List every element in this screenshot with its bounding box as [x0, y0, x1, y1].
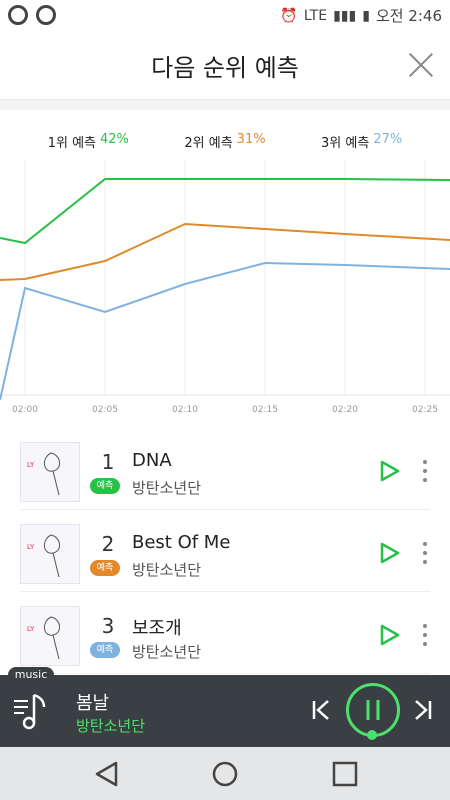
- album-art: LY: [20, 442, 80, 502]
- album-art: LY: [20, 524, 80, 584]
- more-vertical-icon[interactable]: [420, 624, 430, 648]
- home-icon[interactable]: [210, 759, 240, 789]
- signal-icon: ▮▮▮: [333, 7, 357, 24]
- svg-text:LY: LY: [27, 461, 35, 469]
- recent-apps-icon[interactable]: [330, 759, 360, 789]
- prediction-chart: 02:00 02:05 02:10 02:15 02:20 02:25: [0, 160, 450, 415]
- legend-item: 2위 예측 31%: [184, 132, 265, 151]
- status-bar: ⏰ LTE ▮▮▮ ▮ 오전 2:46: [0, 0, 450, 30]
- x-tick-label: 02:15: [252, 405, 278, 415]
- predict-badge: 예측: [90, 478, 120, 494]
- skip-previous-icon[interactable]: [306, 695, 336, 725]
- artist-name: 방탄소년단: [132, 561, 202, 579]
- now-playing-title: 봄날: [76, 693, 110, 714]
- close-icon[interactable]: [408, 52, 434, 78]
- svg-text:LY: LY: [27, 625, 35, 633]
- legend-item: 3위 예측 27%: [321, 132, 402, 151]
- legend-pct: 27%: [373, 132, 403, 147]
- legend-pct: 42%: [100, 132, 129, 147]
- playlist-music-icon[interactable]: [0, 675, 64, 747]
- page-title: 다음 순위 예측: [151, 54, 299, 82]
- status-right: ⏰ LTE ▮▮▮ ▮ 오전 2:46: [280, 5, 442, 26]
- more-vertical-icon[interactable]: [420, 542, 430, 566]
- x-tick-label: 02:10: [172, 405, 198, 415]
- legend-pct: 31%: [236, 132, 266, 147]
- x-tick-label: 02:00: [12, 405, 38, 415]
- legend-item: 1위 예측 42%: [48, 132, 129, 151]
- list-item[interactable]: LY 1 DNA 예측 방탄소년단: [20, 430, 430, 510]
- notification-icon: [8, 5, 28, 25]
- music-tag: music: [8, 667, 54, 683]
- divider: [0, 100, 450, 110]
- clock: 오전 2:46: [375, 7, 442, 25]
- lte-label: LTE: [303, 7, 328, 24]
- x-tick-label: 02:25: [412, 405, 438, 415]
- album-art: LY: [20, 606, 80, 666]
- rank-number: 3: [101, 614, 115, 638]
- legend-label: 3위 예측: [321, 136, 370, 151]
- pause-button[interactable]: [346, 683, 400, 737]
- svg-text:LY: LY: [27, 543, 35, 551]
- progress-knob[interactable]: [367, 730, 377, 740]
- list-item[interactable]: LY 3 보조개 예측 방탄소년단: [20, 594, 430, 674]
- series-line: [0, 178, 450, 245]
- navigation-bar: [0, 747, 450, 800]
- play-icon[interactable]: [380, 542, 400, 564]
- pause-icon: [366, 700, 380, 720]
- song-title: Best Of Me: [132, 532, 231, 553]
- battery-icon: ▮: [362, 7, 370, 24]
- x-tick-label: 02:05: [92, 405, 118, 415]
- artist-name: 방탄소년단: [132, 643, 202, 661]
- header: 다음 순위 예측: [0, 30, 450, 100]
- now-playing-artist: 방탄소년단: [76, 717, 146, 735]
- rank-number: 1: [101, 450, 115, 474]
- alarm-icon: ⏰: [280, 7, 298, 24]
- artist-name: 방탄소년단: [132, 479, 202, 497]
- series-line: [0, 261, 450, 401]
- more-vertical-icon[interactable]: [420, 460, 430, 484]
- series-line: [0, 222, 450, 281]
- song-title: 보조개: [132, 618, 182, 639]
- rank-number: 2: [101, 532, 115, 556]
- predict-badge: 예측: [90, 642, 120, 658]
- legend-label: 2위 예측: [184, 136, 233, 151]
- play-icon[interactable]: [380, 624, 400, 646]
- play-icon[interactable]: [380, 460, 400, 482]
- x-tick-label: 02:20: [332, 405, 358, 415]
- predict-badge: 예측: [90, 560, 120, 576]
- legend-label: 1위 예측: [47, 136, 97, 151]
- list-item[interactable]: LY 2 Best Of Me 예측 방탄소년단: [20, 512, 430, 592]
- song-title: DNA: [132, 450, 172, 471]
- skip-next-icon[interactable]: [408, 695, 438, 725]
- chart-legend: 1위 예측 42% 2위 예측 31% 3위 예측 27%: [0, 132, 450, 151]
- status-left: [8, 5, 56, 25]
- app-notification-icon: [36, 5, 56, 25]
- back-icon[interactable]: [92, 759, 122, 789]
- mini-player[interactable]: 봄날 방탄소년단: [0, 675, 450, 747]
